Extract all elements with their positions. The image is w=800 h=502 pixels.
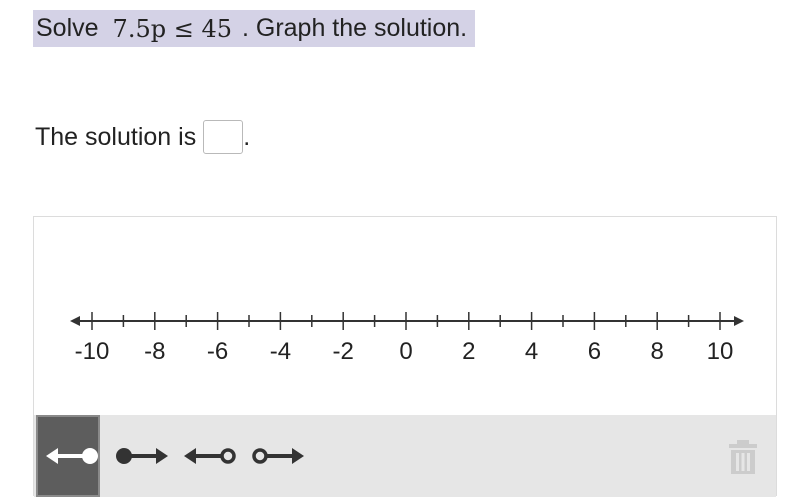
question-prefix: Solve [36, 14, 99, 42]
tick-label: -6 [207, 338, 228, 365]
answer-line: The solution is . [35, 120, 250, 154]
tick-label: 10 [707, 338, 734, 365]
delete-button[interactable] [728, 439, 758, 480]
answer-input[interactable] [203, 120, 244, 154]
tick-label: 8 [651, 338, 664, 365]
trash-icon [729, 440, 757, 474]
closed-left-ray-icon [46, 448, 98, 464]
graph-panel: -10 -8 -6 -4 -2 0 2 4 6 8 10 [33, 216, 778, 497]
tick-label: 4 [525, 338, 538, 365]
open-left-ray-tool[interactable] [180, 415, 242, 497]
left-arrow-icon [70, 316, 80, 326]
open-left-ray-icon [184, 448, 236, 464]
closed-right-ray-tool[interactable] [112, 415, 174, 497]
tick-label: 0 [399, 338, 412, 365]
tick-label: -2 [333, 338, 354, 365]
open-right-ray-tool[interactable] [248, 415, 310, 497]
tick-label: -10 [75, 338, 110, 365]
tick-label: -8 [144, 338, 165, 365]
tick-label: 6 [588, 338, 601, 365]
answer-period: . [243, 122, 251, 151]
closed-right-ray-icon [116, 448, 168, 464]
question-prompt: Solve 7.5p ≤ 45 . Graph the solution. [33, 10, 476, 47]
inequality-math: 7.5p ≤ 45 [112, 14, 232, 43]
graph-toolbar [34, 415, 776, 497]
tick-label: -4 [270, 338, 291, 365]
tick-label: 2 [462, 338, 475, 365]
open-right-ray-icon [252, 448, 304, 464]
right-arrow-icon [734, 316, 744, 326]
number-line[interactable]: -10 -8 -6 -4 -2 0 2 4 6 8 10 [34, 217, 778, 415]
answer-label: The solution is [35, 122, 197, 151]
question-suffix: . Graph the solution. [241, 14, 468, 42]
closed-left-ray-tool[interactable] [36, 415, 100, 497]
